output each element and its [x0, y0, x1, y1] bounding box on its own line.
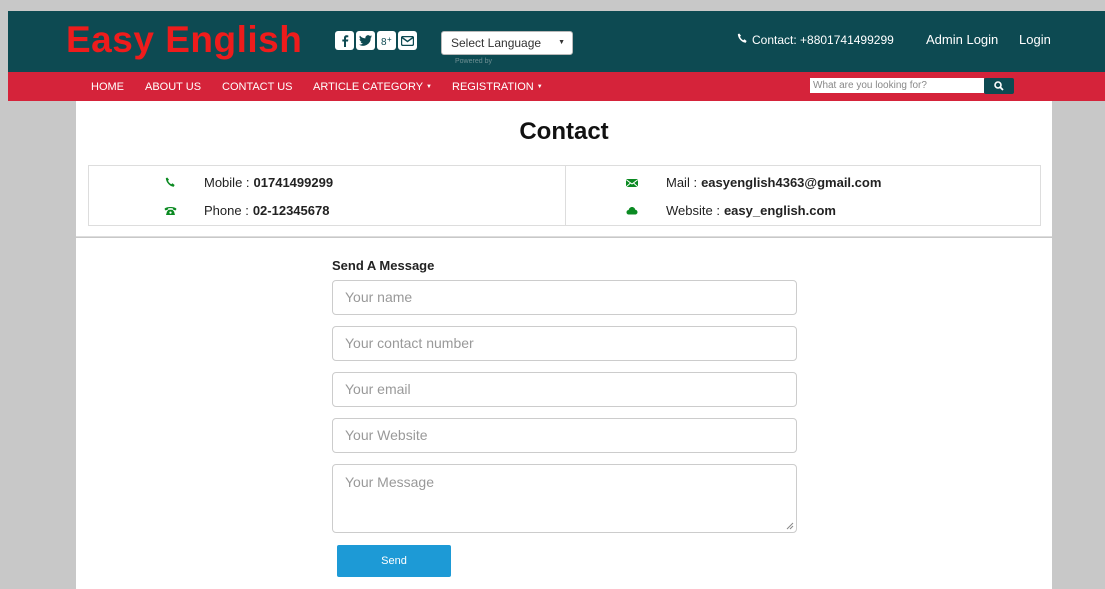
- nav-registration-label: REGISTRATION: [452, 81, 534, 93]
- social-links: 8 +: [335, 31, 417, 50]
- mail-value[interactable]: easyenglish4363@gmail.com: [701, 175, 881, 190]
- search-icon: [994, 81, 1004, 91]
- mail-icon[interactable]: [398, 31, 417, 50]
- phone-row: Phone :02-12345678: [162, 203, 329, 218]
- name-input[interactable]: Your name: [332, 280, 797, 315]
- contact-info-box: Mobile :01741499299 Phone :02-12345678 M…: [88, 165, 1041, 226]
- phone-value: 02-12345678: [252, 203, 330, 218]
- nav-registration[interactable]: REGISTRATION ▼: [452, 81, 543, 93]
- divider: [565, 166, 566, 225]
- header-contact-text: Contact: +8801741499299: [752, 33, 894, 47]
- search-button[interactable]: [984, 78, 1014, 94]
- admin-login-link[interactable]: Admin Login: [926, 32, 998, 47]
- mail-label: Mail :: [666, 175, 698, 190]
- page-title: Contact: [519, 118, 609, 145]
- main-nav: HOME ABOUT US CONTACT US ARTICLE CATEGOR…: [8, 72, 1105, 101]
- contact-info-card: Contact Mobile :01741499299 Phone :02-12…: [76, 101, 1052, 237]
- phone-icon: [737, 33, 748, 47]
- caret-down-icon: ▼: [426, 84, 432, 91]
- resize-handle-icon[interactable]: [786, 522, 794, 530]
- twitter-icon[interactable]: [356, 31, 375, 50]
- language-select-label: Select Language: [451, 36, 542, 50]
- mobile-label: Mobile :: [204, 175, 250, 190]
- nav-contact-us[interactable]: CONTACT US: [222, 81, 293, 93]
- login-link[interactable]: Login: [1019, 32, 1051, 47]
- message-form-card: Send A Message Your name Your contact nu…: [76, 238, 1052, 589]
- mobile-value: 01741499299: [253, 175, 334, 190]
- chevron-down-icon: ▼: [558, 39, 565, 46]
- powered-by-label: Powered by: [455, 58, 492, 65]
- nav-article-category-label: ARTICLE CATEGORY: [313, 81, 424, 93]
- contact-number-input[interactable]: Your contact number: [332, 326, 797, 361]
- landline-phone-icon: [162, 204, 178, 218]
- search-input[interactable]: What are you looking for?: [810, 78, 984, 93]
- nav-about-us[interactable]: ABOUT US: [145, 81, 201, 93]
- website-value[interactable]: easy_english.com: [724, 203, 836, 218]
- site-logo[interactable]: Easy English: [66, 19, 302, 61]
- nav-article-category[interactable]: ARTICLE CATEGORY ▼: [313, 81, 432, 93]
- phone-label: Phone :: [204, 203, 249, 218]
- website-input[interactable]: Your Website: [332, 418, 797, 453]
- email-input[interactable]: Your email: [332, 372, 797, 407]
- google-plus-icon[interactable]: 8 +: [377, 31, 396, 50]
- caret-down-icon: ▼: [536, 84, 543, 91]
- form-title: Send A Message: [332, 258, 435, 273]
- nav-home[interactable]: HOME: [91, 81, 124, 93]
- mobile-row: Mobile :01741499299: [162, 175, 333, 190]
- website-row: Website : easy_english.com: [624, 203, 836, 218]
- svg-text:+: +: [387, 35, 392, 44]
- header-bar: Easy English 8 + Select Language ▼ Powere…: [8, 11, 1105, 72]
- header-contact: Contact: +8801741499299: [737, 33, 894, 47]
- website-label: Website :: [666, 203, 720, 218]
- cloud-icon: [624, 204, 640, 218]
- message-textarea[interactable]: Your Message: [332, 464, 797, 533]
- send-button[interactable]: Send: [337, 545, 451, 577]
- envelope-icon: [624, 176, 640, 190]
- mail-row: Mail : easyenglish4363@gmail.com: [624, 175, 881, 190]
- message-placeholder: Your Message: [345, 474, 434, 490]
- phone-icon: [162, 176, 178, 190]
- language-select[interactable]: Select Language ▼: [441, 31, 573, 55]
- facebook-icon[interactable]: [335, 31, 354, 50]
